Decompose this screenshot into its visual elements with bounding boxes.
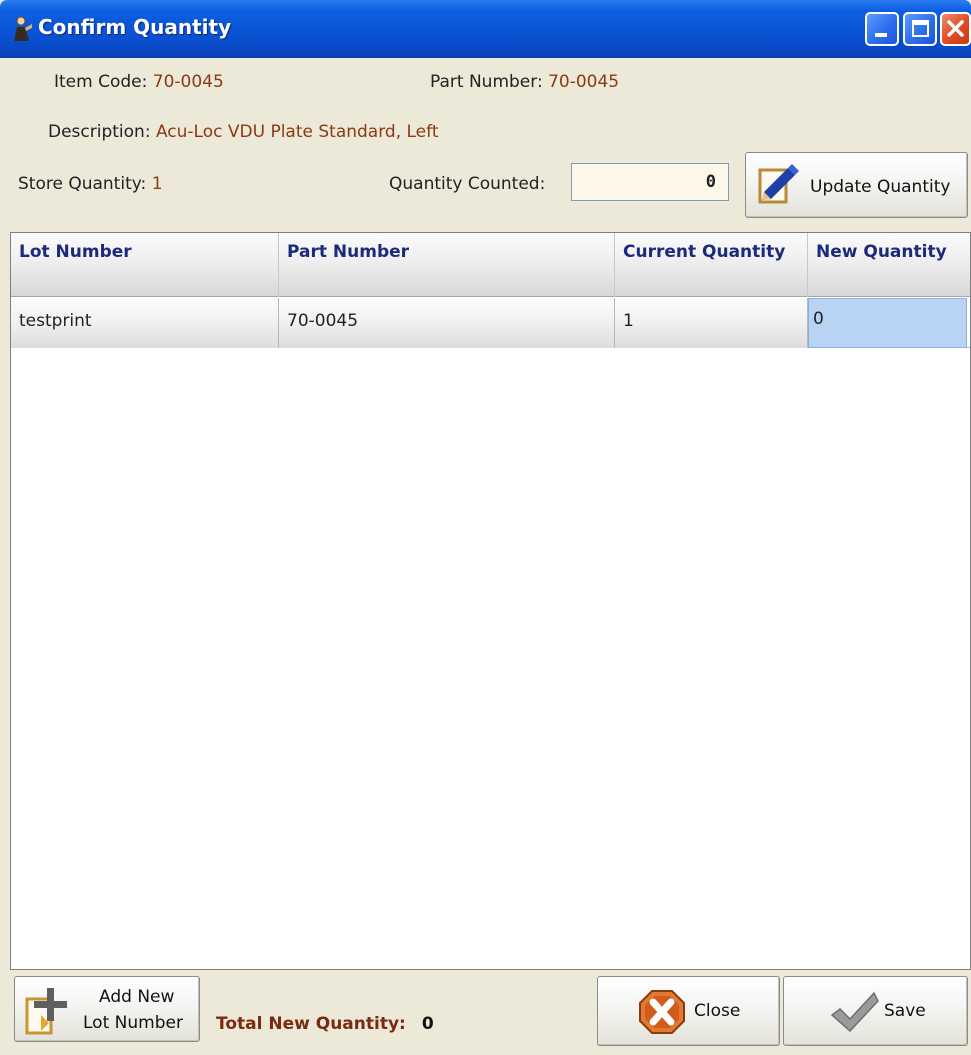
store-quantity-label: Store Quantity: [18,174,147,194]
app-icon [10,16,34,42]
minimize-icon [875,33,887,37]
store-quantity-value: 1 [151,174,163,194]
lot-grid: Lot Number Part Number Current Quantity … [10,232,971,970]
add-lot-label-line1: Add New [99,987,175,1007]
column-header-current-quantity[interactable]: Current Quantity [615,233,808,297]
close-icon [947,20,964,37]
close-window-button[interactable] [940,12,971,46]
quantity-counted-label: Quantity Counted: [389,174,546,194]
store-quantity-field: Store Quantity: 1 [18,174,163,194]
cancel-icon [638,989,686,1040]
total-new-quantity: Total New Quantity: 0 [216,1014,434,1034]
close-label: Close [694,1001,741,1021]
maximize-button[interactable] [903,12,937,46]
item-code-field: Item Code: 70-0045 [54,72,224,92]
total-new-quantity-label: Total New Quantity: [216,1014,406,1034]
grid-header: Lot Number Part Number Current Quantity … [11,233,970,297]
lot-number-cell[interactable]: testprint [11,298,279,348]
save-button[interactable]: Save [783,976,968,1046]
item-code-value: 70-0045 [152,72,224,92]
column-header-lot-number[interactable]: Lot Number [11,233,279,297]
part-number-cell[interactable]: 70-0045 [279,298,615,348]
description-field: Description: Acu-Loc VDU Plate Standard,… [48,122,439,142]
current-quantity-cell[interactable]: 1 [615,298,808,348]
column-header-new-quantity[interactable]: New Quantity [808,233,970,297]
minimize-button[interactable] [865,12,899,46]
part-number-value: 70-0045 [548,72,620,92]
table-row[interactable]: testprint 70-0045 1 0 [11,298,970,348]
close-button[interactable]: Close [597,976,780,1046]
add-icon [23,985,73,1042]
update-quantity-button[interactable]: Update Quantity [745,152,968,218]
part-number-field: Part Number: 70-0045 [430,72,619,92]
item-code-label: Item Code: [54,72,148,92]
edit-pencil-icon [756,162,802,213]
total-new-quantity-value: 0 [421,1014,434,1034]
title-bar: Confirm Quantity [0,0,971,58]
part-number-label: Part Number: [430,72,543,92]
window-title: Confirm Quantity [38,15,232,39]
save-label: Save [884,1001,926,1021]
add-lot-label-line2: Lot Number [83,1013,183,1033]
quantity-counted-input[interactable]: 0 [571,163,729,201]
new-quantity-cell[interactable]: 0 [808,298,967,348]
checkmark-icon [830,989,880,1040]
maximize-icon [912,20,929,37]
update-quantity-label: Update Quantity [810,177,951,197]
description-value: Acu-Loc VDU Plate Standard, Left [155,122,439,142]
add-new-lot-number-button[interactable]: Add New Lot Number [14,976,200,1042]
description-label: Description: [48,122,151,142]
column-header-part-number[interactable]: Part Number [279,233,615,297]
